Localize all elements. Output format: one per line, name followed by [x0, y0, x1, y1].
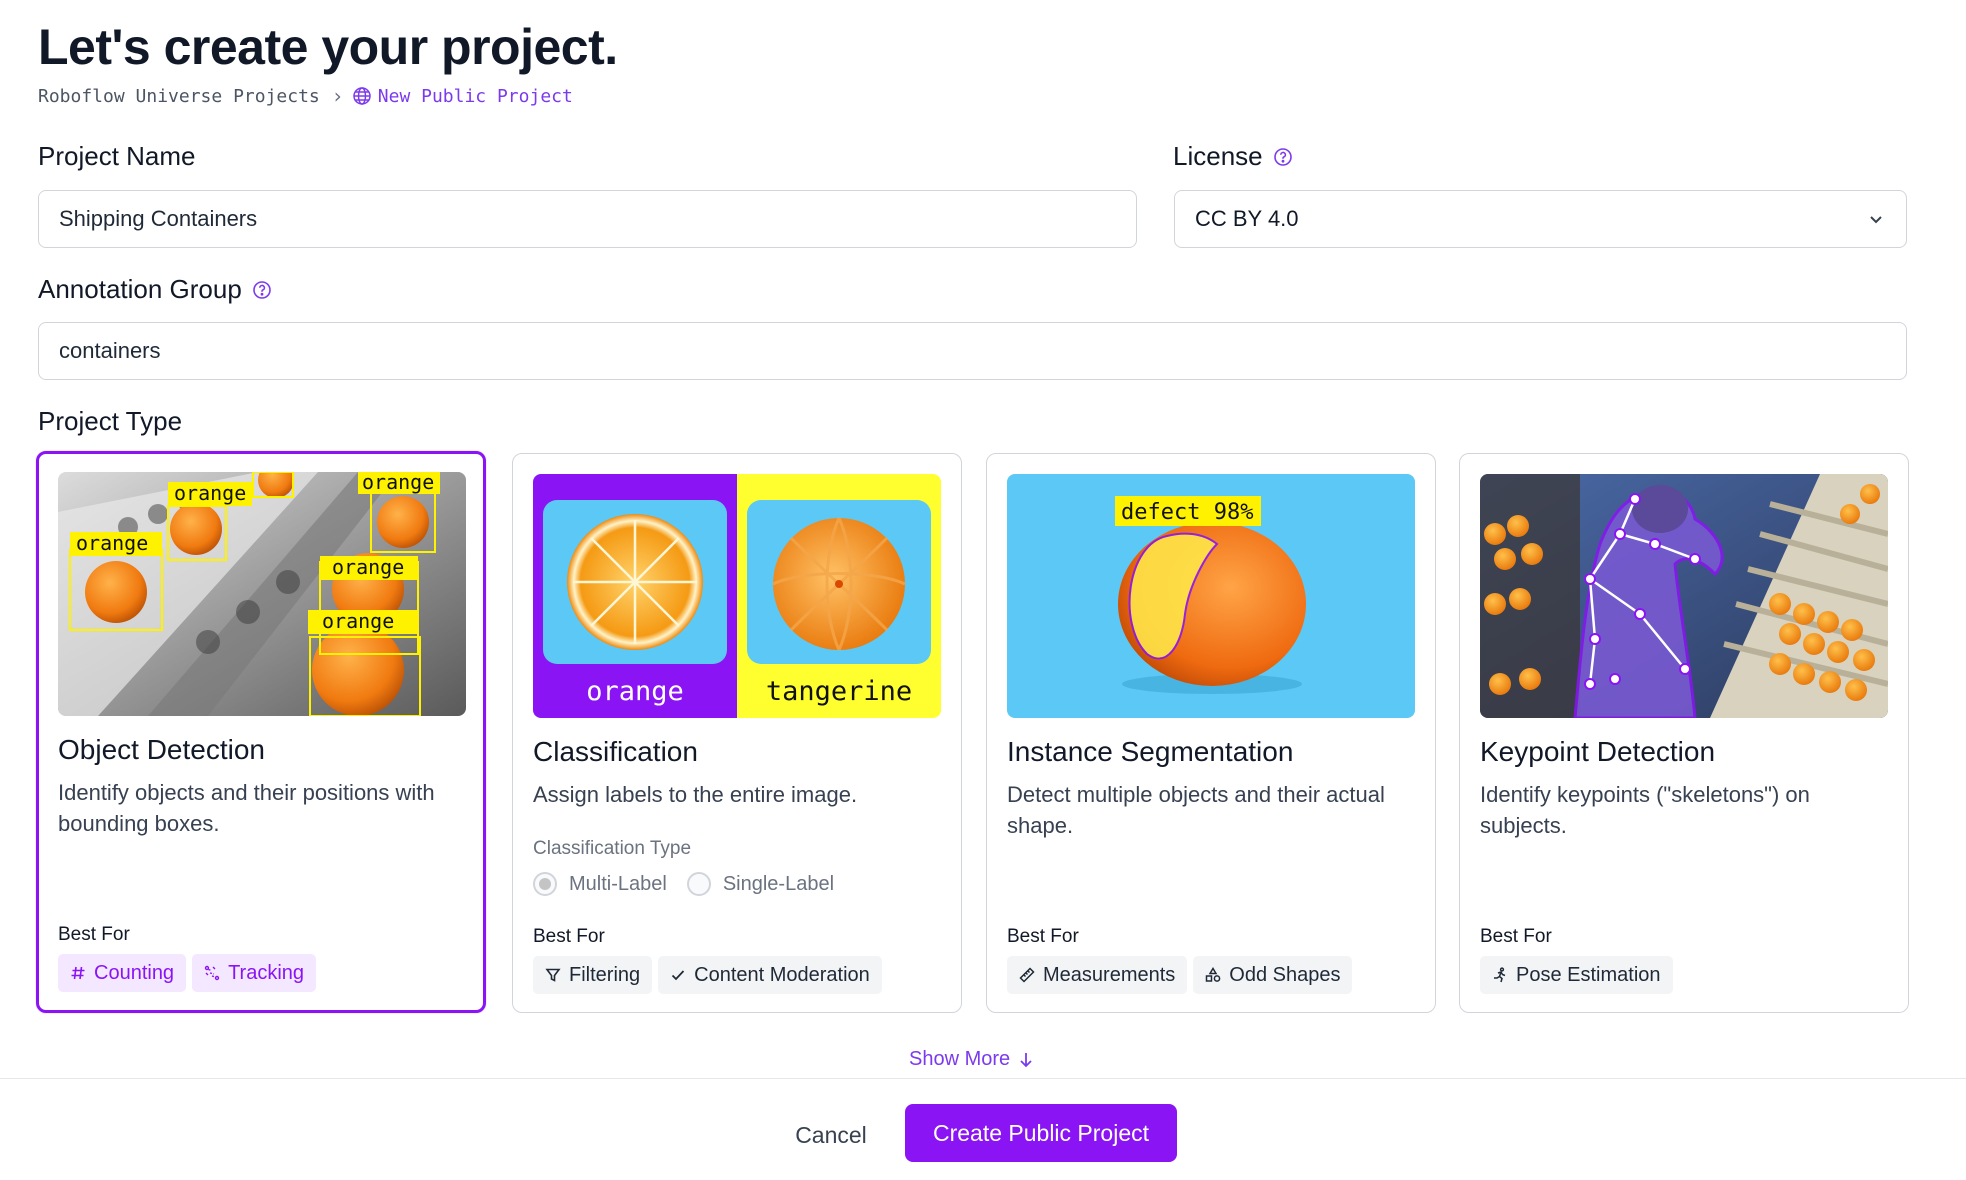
card-description: Assign labels to the entire image.	[533, 782, 858, 807]
project-name-input[interactable]	[38, 190, 1137, 248]
classification-image: orange tangerine	[533, 474, 941, 718]
best-for-label: Best For	[1007, 926, 1079, 947]
project-name-label-text: Project Name	[38, 141, 196, 171]
project-type-label: Project Type	[38, 406, 182, 437]
tracking-icon	[204, 965, 220, 981]
tag-filtering: Filtering	[533, 956, 653, 994]
card-description: Identify objects and their positions wit…	[58, 780, 435, 836]
object-detection-box-label: orange	[174, 481, 246, 505]
project-type-card-instance-segmentation[interactable]: defect 98% Instance Segmentation Detect …	[986, 453, 1436, 1013]
tag-measurements: Measurements	[1007, 956, 1188, 994]
tag-label: Content Moderation	[694, 963, 870, 986]
help-circle-icon[interactable]	[1273, 147, 1293, 167]
tag-label: Odd Shapes	[1229, 963, 1341, 986]
keypoint-detection-image	[1480, 474, 1888, 718]
page-title: Let's create your project.	[38, 19, 618, 75]
tag-content-moderation: Content Moderation	[658, 956, 882, 994]
breadcrumb-root-link[interactable]: Roboflow Universe Projects	[38, 86, 320, 107]
annotation-group-label: Annotation Group	[38, 274, 272, 305]
classification-label-orange: orange	[586, 676, 684, 707]
breadcrumb: Roboflow Universe Projects › New Public …	[38, 84, 573, 108]
card-title: Keypoint Detection	[1480, 736, 1716, 767]
radio-label: Multi-Label	[569, 872, 667, 895]
annotation-group-input[interactable]	[38, 322, 1907, 380]
object-detection-box-label: orange	[362, 472, 434, 494]
project-type-card-keypoint-detection[interactable]: Keypoint Detection Identify keypoints ("…	[1459, 453, 1909, 1013]
project-name-label: Project Name	[38, 141, 196, 172]
license-select-value: CC BY 4.0	[1195, 206, 1299, 231]
chevron-down-icon	[1870, 216, 1882, 224]
best-for-label: Best For	[58, 924, 130, 945]
radio-label: Single-Label	[722, 872, 835, 895]
show-more-button[interactable]: Show More	[909, 1048, 1034, 1071]
tag-counting: Counting	[58, 954, 187, 992]
radio-multi-label[interactable]: Multi-Label	[533, 872, 667, 896]
best-for-label: Best For	[533, 926, 605, 947]
segmentation-label: defect 98%	[1121, 500, 1253, 525]
instance-segmentation-image: defect 98%	[1007, 474, 1415, 718]
card-title: Object Detection	[58, 734, 265, 765]
tag-label: Filtering	[569, 963, 641, 986]
best-for-tags: Filtering Content Moderation	[533, 956, 882, 994]
card-description: Identify keypoints ("skeletons") on subj…	[1480, 782, 1810, 838]
card-title: Classification	[533, 736, 698, 767]
radio-button[interactable]	[686, 872, 711, 896]
create-public-project-button[interactable]: Create Public Project	[905, 1104, 1177, 1162]
ruler-icon	[1019, 967, 1035, 983]
project-type-card-object-detection[interactable]: orange orange orange orange orange Objec…	[36, 451, 486, 1013]
globe-icon	[353, 87, 371, 105]
object-detection-image: orange orange orange orange orange	[58, 472, 466, 716]
card-title: Instance Segmentation	[1007, 736, 1294, 767]
tag-pose-estimation: Pose Estimation	[1480, 956, 1673, 994]
person-running-icon	[1494, 967, 1506, 983]
shapes-icon	[1206, 967, 1221, 982]
tag-label: Counting	[94, 961, 175, 984]
project-type-card-classification[interactable]: orange tangerine Classification Assign l…	[512, 453, 962, 1013]
classification-type-label: Classification Type	[533, 838, 692, 859]
license-label: License	[1173, 141, 1293, 172]
footer-divider	[0, 1078, 1966, 1079]
license-label-text: License	[1173, 141, 1263, 171]
tag-odd-shapes: Odd Shapes	[1193, 956, 1353, 994]
show-more-label: Show More	[909, 1048, 1011, 1070]
chevron-right-icon: ›	[333, 84, 342, 108]
best-for-label: Best For	[1480, 926, 1552, 947]
card-description: Detect multiple objects and their actual…	[1007, 782, 1385, 838]
breadcrumb-current-label: New Public Project	[377, 85, 573, 107]
object-detection-box-label: orange	[322, 609, 394, 633]
check-icon	[672, 970, 685, 981]
classification-label-tangerine: tangerine	[766, 676, 912, 707]
tag-label: Tracking	[228, 961, 305, 984]
object-detection-box-label: orange	[76, 531, 148, 555]
breadcrumb-current: New Public Project	[352, 86, 573, 107]
best-for-tags: Measurements Odd Shapes	[1007, 956, 1353, 994]
help-circle-icon[interactable]	[252, 280, 272, 300]
best-for-tags: Pose Estimation	[1480, 956, 1673, 994]
tag-label: Pose Estimation	[1516, 963, 1661, 986]
tag-tracking: Tracking	[192, 954, 317, 992]
object-detection-box-label: orange	[332, 555, 404, 579]
hash-icon	[71, 966, 85, 980]
project-type-label-text: Project Type	[38, 406, 183, 436]
radio-single-label[interactable]: Single-Label	[686, 872, 835, 896]
arrow-down-icon	[1020, 1052, 1032, 1067]
license-select[interactable]: CC BY 4.0	[1174, 190, 1907, 248]
filter-icon	[545, 968, 561, 982]
classification-type-radio-group: Multi-Label Single-Label	[533, 872, 842, 896]
cancel-button[interactable]: Cancel	[774, 1107, 888, 1163]
radio-button[interactable]	[533, 872, 557, 896]
annotation-group-label-text: Annotation Group	[38, 274, 242, 304]
best-for-tags: Counting Tracking	[58, 954, 317, 992]
tag-label: Measurements	[1043, 963, 1176, 986]
